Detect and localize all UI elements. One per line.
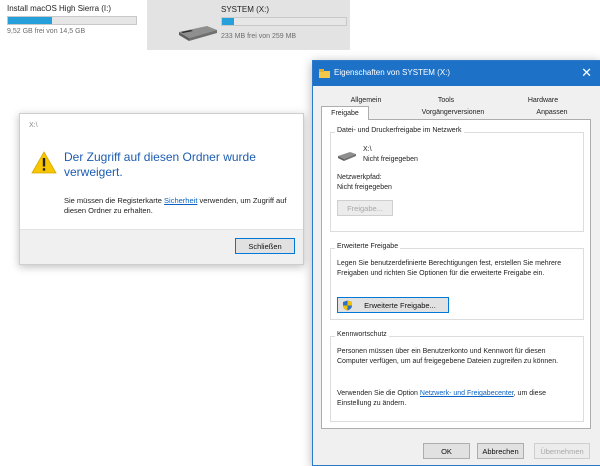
shield-icon: [343, 300, 352, 311]
drive-path: X:\: [363, 146, 372, 153]
group-title: Datei- und Druckerfreigabe im Netzwerk: [335, 127, 464, 134]
advanced-sharing-label: Erweiterte Freigabe...: [364, 301, 436, 310]
password-protection-description: Personen müssen über ein Benutzerkonto u…: [337, 348, 559, 365]
password-protection-group: Kennwortschutz Personen müssen über ein …: [330, 331, 584, 422]
network-sharing-center-link[interactable]: Netzwerk- und Freigabecenter: [420, 390, 514, 397]
group-title: Erweiterte Freigabe: [335, 243, 401, 250]
apply-button[interactable]: Übernehmen: [534, 443, 590, 459]
message-text: Sie müssen die Registerkarte: [64, 196, 165, 205]
cancel-button[interactable]: Abbrechen: [477, 443, 524, 459]
advanced-sharing-description: Legen Sie benutzerdefinierte Berechtigun…: [337, 260, 562, 277]
group-title: Kennwortschutz: [335, 331, 389, 338]
warning-icon: [31, 151, 57, 174]
hint-text: Verwenden Sie die Option: [337, 390, 420, 397]
network-center-hint: Verwenden Sie die Option Netzwerk- und F…: [337, 389, 577, 408]
drive-tile-install[interactable]: Install macOS High Sierra (I:) 9,52 GB f…: [0, 4, 140, 42]
drive-usage-fill: [222, 18, 235, 25]
tab-customize[interactable]: Anpassen: [517, 106, 587, 120]
sharing-status: Nicht freigegeben: [363, 156, 418, 163]
error-message: Sie müssen die Registerkarte Sicherheit …: [64, 196, 296, 216]
security-tab-link[interactable]: Sicherheit: [164, 196, 197, 205]
drive-free-space: 9,52 GB frei von 14,5 GB: [7, 28, 86, 35]
drive-free-space: 233 MB frei von 259 MB: [221, 33, 297, 40]
properties-dialog: Eigenschaften von SYSTEM (X:) ✕ Allgemei…: [312, 60, 600, 466]
drive-tile-system[interactable]: SYSTEM (X:) 233 MB frei von 259 MB: [147, 0, 350, 50]
share-drive-icon: [338, 152, 356, 161]
error-headline: Der Zugriff auf diesen Ordner wurde verw…: [64, 150, 256, 179]
drive-usage-bar: [221, 17, 347, 26]
folder-properties-icon: [319, 69, 330, 78]
drive-name: SYSTEM (X:): [221, 5, 270, 14]
tab-sharing[interactable]: Freigabe: [321, 106, 369, 120]
drive-usage-fill: [8, 17, 52, 24]
ok-button[interactable]: OK: [423, 443, 470, 459]
tab-previous-versions[interactable]: Vorgängerversionen: [403, 106, 503, 120]
drive-name: Install macOS High Sierra (I:): [7, 4, 112, 13]
dialog-footer: Schließen: [20, 229, 303, 264]
window-title: Eigenschaften von SYSTEM (X:): [334, 68, 451, 77]
sharing-panel: Datei- und Druckerfreigabe im Netzwerk X…: [321, 119, 591, 429]
access-denied-dialog: X:\ Der Zugriff auf diesen Ordner wurde …: [19, 113, 304, 265]
dialog-title: X:\: [29, 122, 38, 129]
advanced-sharing-group: Erweiterte Freigabe Legen Sie benutzerde…: [330, 243, 584, 320]
drive-usage-bar: [7, 16, 137, 25]
advanced-sharing-button[interactable]: Erweiterte Freigabe...: [337, 297, 449, 313]
share-button[interactable]: Freigabe...: [337, 200, 393, 216]
network-sharing-group: Datei- und Druckerfreigabe im Netzwerk X…: [330, 127, 584, 232]
network-path-label: Netzwerkpfad:: [337, 174, 382, 181]
close-icon[interactable]: ✕: [581, 65, 592, 81]
close-button[interactable]: Schließen: [235, 238, 295, 254]
usb-drive-icon: [179, 26, 217, 41]
title-bar[interactable]: Eigenschaften von SYSTEM (X:) ✕: [313, 61, 600, 86]
network-path-value: Nicht freigegeben: [337, 184, 392, 191]
